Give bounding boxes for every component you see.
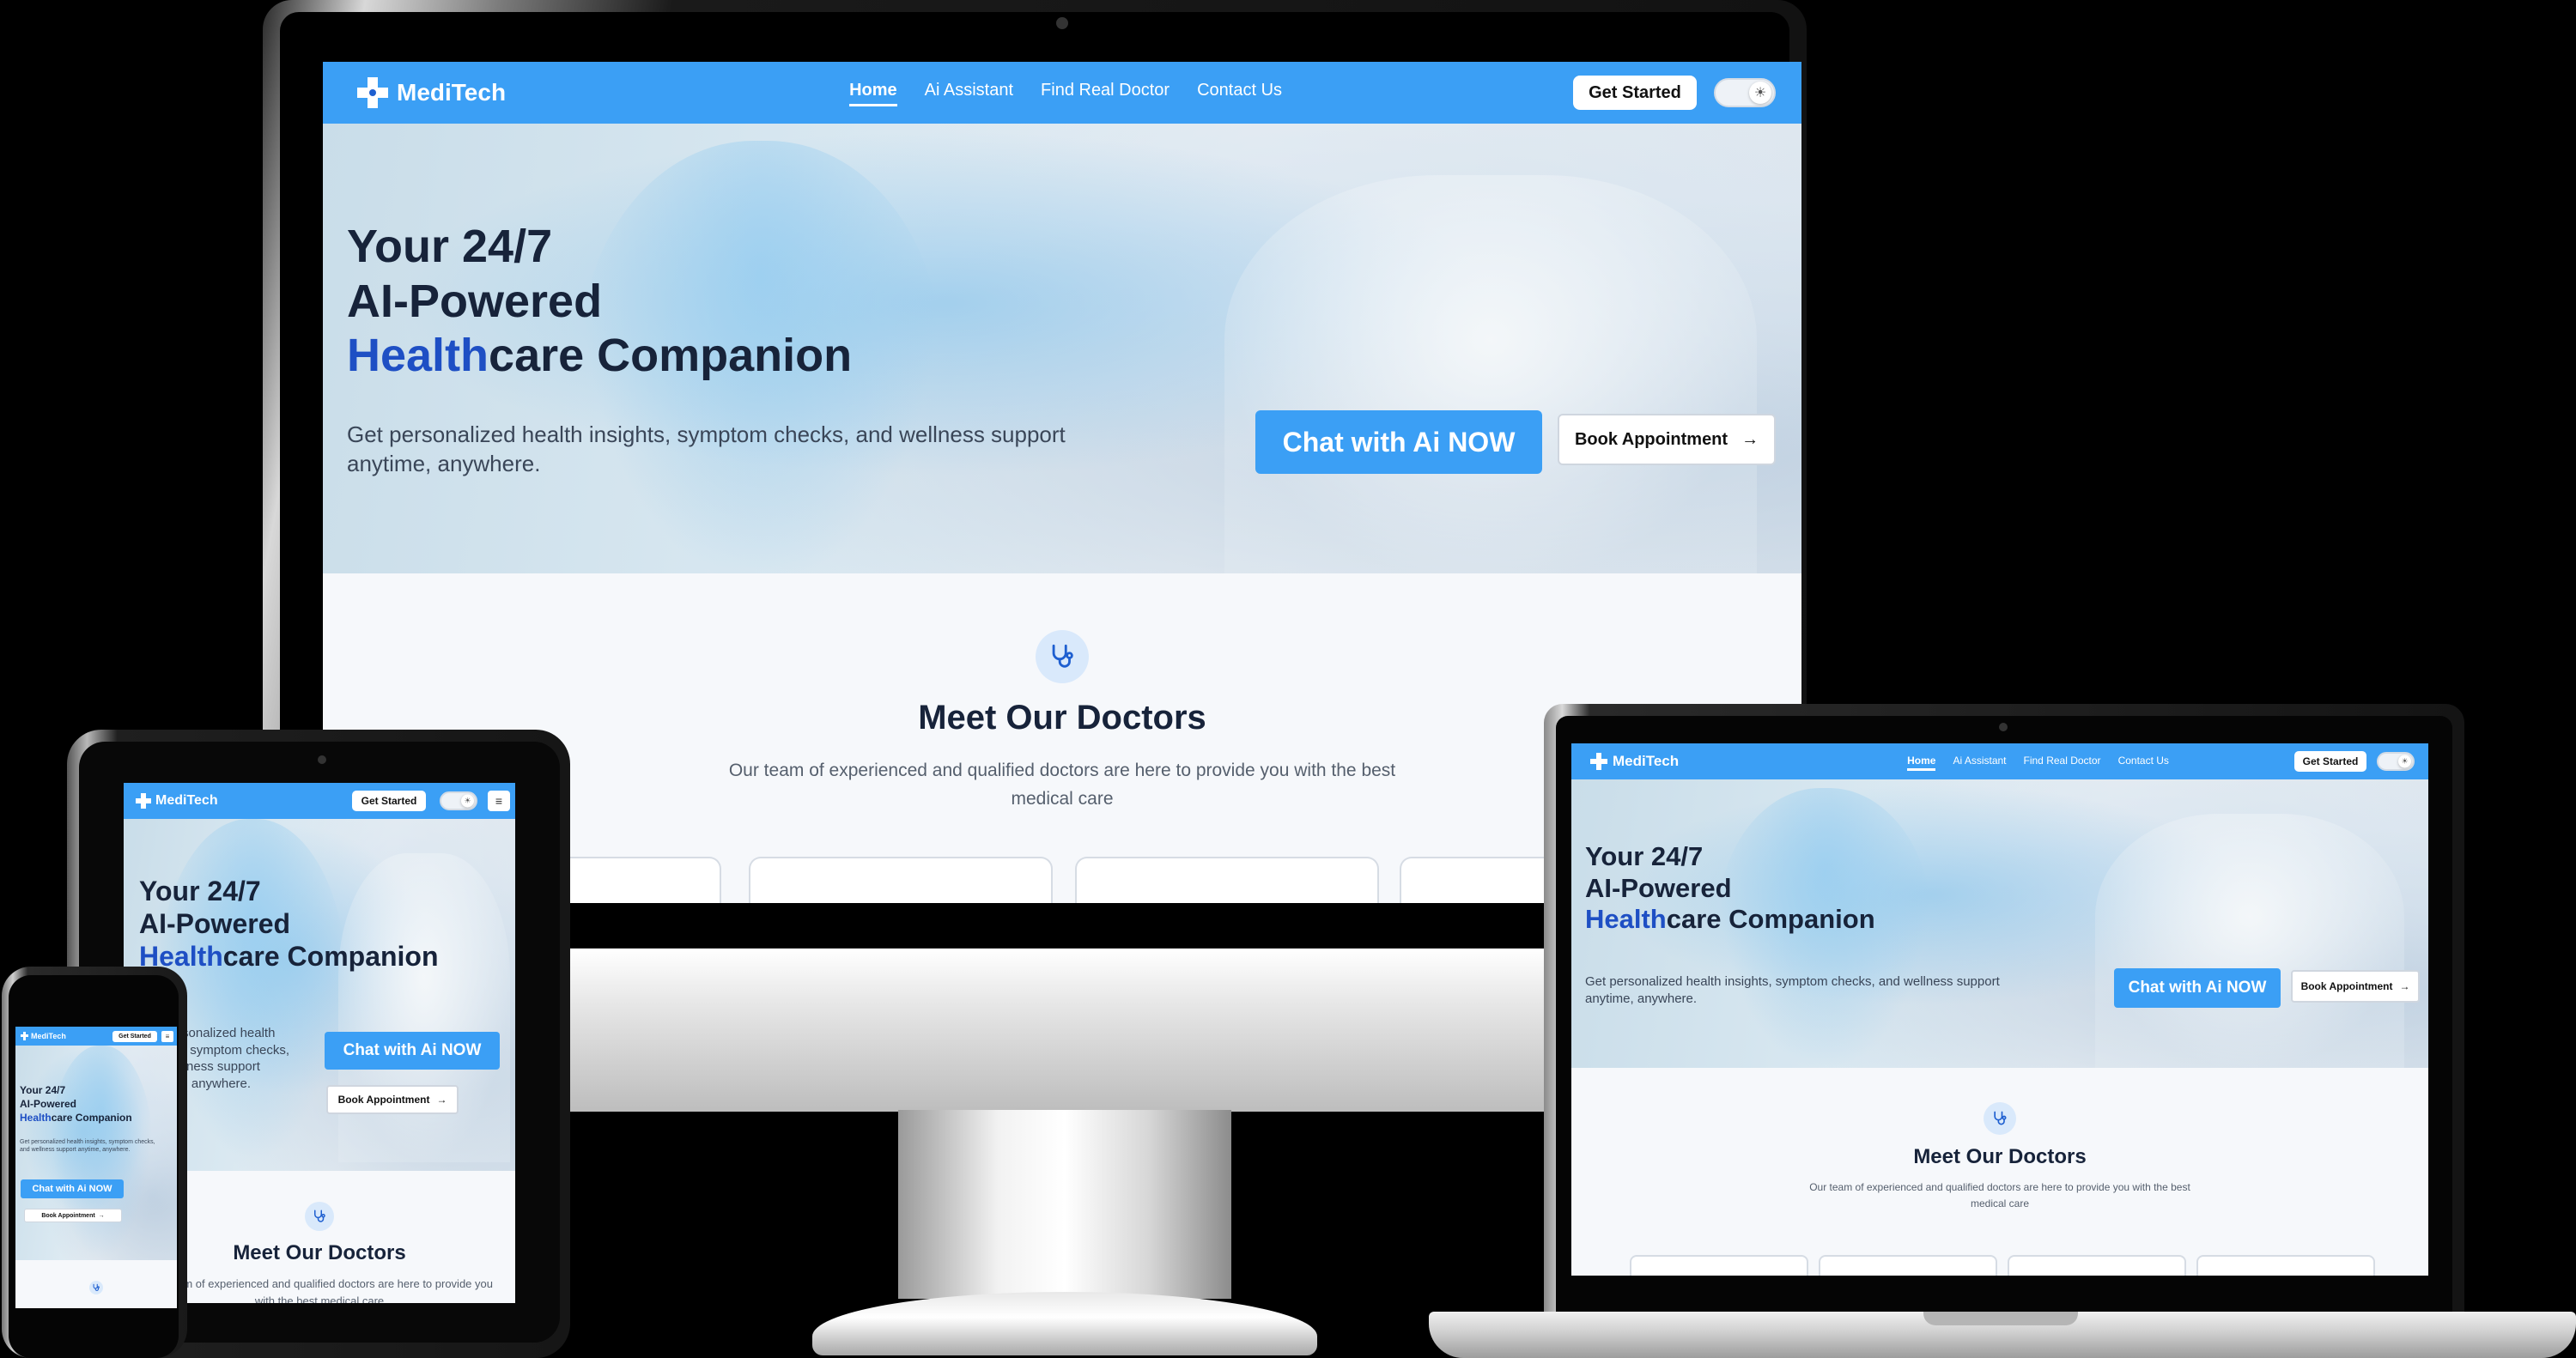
hamburger-menu-icon[interactable]: ≡ [161, 1030, 173, 1042]
sun-icon: ☀ [461, 794, 474, 808]
nav-link-find-doctor[interactable]: Find Real Doctor [1041, 81, 1170, 105]
doctors-title: Meet Our Doctors [1913, 1145, 2087, 1168]
hero-section: Your 24/7 AI-Powered Healthcare Companio… [323, 124, 1801, 587]
nav-link-home[interactable]: Home [1907, 755, 1936, 771]
hero-title: Your 24/7 AI-Powered Healthcare Companio… [347, 221, 853, 382]
nav-actions: Get Started ☀ [2294, 751, 2415, 772]
hero-doctor-image [1224, 175, 1757, 587]
book-appointment-button[interactable]: Book Appointment → [2291, 970, 2420, 1003]
stethoscope-icon [1984, 1102, 2016, 1135]
hero-title: Your 24/7 AI-Powered Healthcare Companio… [20, 1084, 132, 1125]
chat-ai-button[interactable]: Chat with Ai NOW [1255, 410, 1542, 474]
get-started-button[interactable]: Get Started [1573, 76, 1697, 110]
book-appointment-button[interactable]: Book Appointment → [24, 1209, 122, 1222]
stethoscope-icon [89, 1281, 103, 1294]
medical-cross-icon [21, 1032, 28, 1040]
medical-cross-icon [357, 76, 388, 110]
navbar: MediTech Home Ai Assistant Find Real Doc… [1571, 743, 2428, 779]
stethoscope-icon [305, 1202, 334, 1231]
hero-subtitle: Get personalized health insights, sympto… [20, 1139, 155, 1154]
brand-logo[interactable]: MediTech [1590, 752, 1679, 771]
book-appointment-label: Book Appointment [337, 1094, 430, 1106]
laptop-screen: MediTech Home Ai Assistant Find Real Doc… [1571, 743, 2428, 1276]
book-appointment-label: Book Appointment [1574, 429, 1728, 449]
hero-section: Your 24/7 AI-Powered Healthcare Companio… [1571, 779, 2428, 1071]
nav-link-contact[interactable]: Contact Us [1197, 81, 1282, 105]
doctor-card[interactable] [2008, 1255, 2186, 1276]
nav-link-home[interactable]: Home [849, 81, 897, 106]
hamburger-menu-icon[interactable]: ≡ [488, 791, 510, 811]
chat-ai-button[interactable]: Chat with Ai NOW [325, 1032, 500, 1070]
get-started-button[interactable]: Get Started [112, 1030, 157, 1042]
book-appointment-button[interactable]: Book Appointment → [326, 1085, 459, 1114]
get-started-button[interactable]: Get Started [352, 791, 426, 811]
medical-cross-icon [136, 792, 151, 809]
arrow-right-icon: → [436, 1094, 447, 1106]
doctors-subtitle: Our team of experienced and qualified do… [728, 761, 1396, 809]
monitor-camera [1056, 17, 1068, 29]
stethoscope-icon [1036, 630, 1089, 683]
doctor-card[interactable] [1630, 1255, 1808, 1276]
nav-link-ai-assistant[interactable]: Ai Assistant [1953, 755, 2006, 769]
book-appointment-label: Book Appointment [41, 1212, 95, 1219]
sun-icon: ☀ [1749, 82, 1771, 104]
hero-subtitle: Get personalized health insights, sympto… [1585, 974, 2000, 1006]
brand-name: MediTech [397, 79, 507, 106]
arrow-right-icon: → [98, 1212, 105, 1219]
doctor-card[interactable] [1819, 1255, 1997, 1276]
nav-link-ai-assistant[interactable]: Ai Assistant [925, 81, 1013, 105]
navbar: MediTech Get Started ≡ [15, 1027, 177, 1046]
nav-actions: Get Started ☀ ≡ [352, 791, 510, 811]
theme-toggle[interactable]: ☀ [2377, 752, 2415, 771]
doctors-section: Meet Our Doctors Our team of experienced… [1571, 1068, 2428, 1276]
nav-link-find-doctor[interactable]: Find Real Doctor [2024, 755, 2101, 769]
tablet-camera [318, 755, 326, 764]
brand-logo[interactable]: MediTech [357, 76, 506, 110]
navbar: MediTech Home Ai Assistant Find Real Doc… [323, 62, 1801, 124]
doctor-card[interactable] [749, 857, 1053, 903]
phone-screen: MediTech Get Started ≡ Your 24/7 AI-Powe… [15, 1027, 177, 1308]
chat-ai-button[interactable]: Chat with Ai NOW [2114, 968, 2281, 1008]
doctor-card[interactable] [1075, 857, 1379, 903]
medical-cross-icon [1590, 752, 1607, 771]
doctors-subtitle: Our team of experienced and qualified do… [1809, 1181, 2190, 1209]
arrow-right-icon: → [2399, 980, 2410, 992]
nav-actions: Get Started ≡ [112, 1030, 173, 1042]
monitor-stand-neck [898, 1110, 1231, 1299]
hero-doctor-image [2095, 814, 2404, 1071]
hero-subtitle: Get personalized health insights, sympto… [347, 421, 1066, 476]
get-started-button[interactable]: Get Started [2294, 751, 2366, 772]
brand-name: MediTech [155, 793, 218, 808]
theme-toggle[interactable]: ☀ [440, 791, 477, 810]
doctors-section [15, 1260, 177, 1308]
brand-name: MediTech [1613, 753, 1680, 769]
hero-title: Your 24/7 AI-Powered Healthcare Companio… [1585, 841, 1875, 935]
brand-logo[interactable]: MediTech [21, 1032, 66, 1040]
nav-links: Home Ai Assistant Find Real Doctor Conta… [1907, 755, 2169, 771]
nav-actions: Get Started ☀ [1573, 76, 1776, 110]
brand-logo[interactable]: MediTech [136, 792, 218, 809]
hero-section: Your 24/7 AI-Powered Healthcare Companio… [15, 1046, 177, 1260]
hero-title: Your 24/7 AI-Powered Healthcare Companio… [139, 876, 439, 972]
doctors-subtitle: Our team of experienced and qualified do… [146, 1277, 493, 1303]
brand-name: MediTech [31, 1032, 66, 1040]
arrow-right-icon: → [1741, 429, 1759, 449]
laptop-camera [1999, 723, 2008, 731]
sun-icon: ☀ [2398, 755, 2411, 768]
nav-link-contact[interactable]: Contact Us [2118, 755, 2169, 769]
book-appointment-label: Book Appointment [2300, 980, 2393, 992]
laptop-notch [1923, 1312, 2078, 1325]
book-appointment-button[interactable]: Book Appointment → [1558, 414, 1776, 465]
chat-ai-button[interactable]: Chat with Ai NOW [21, 1179, 124, 1198]
navbar: MediTech Get Started ☀ ≡ [124, 783, 515, 819]
nav-links: Home Ai Assistant Find Real Doctor Conta… [849, 81, 1282, 106]
monitor-stand-foot [812, 1292, 1317, 1355]
doctor-card[interactable] [2196, 1255, 2375, 1276]
theme-toggle[interactable]: ☀ [1714, 78, 1776, 107]
